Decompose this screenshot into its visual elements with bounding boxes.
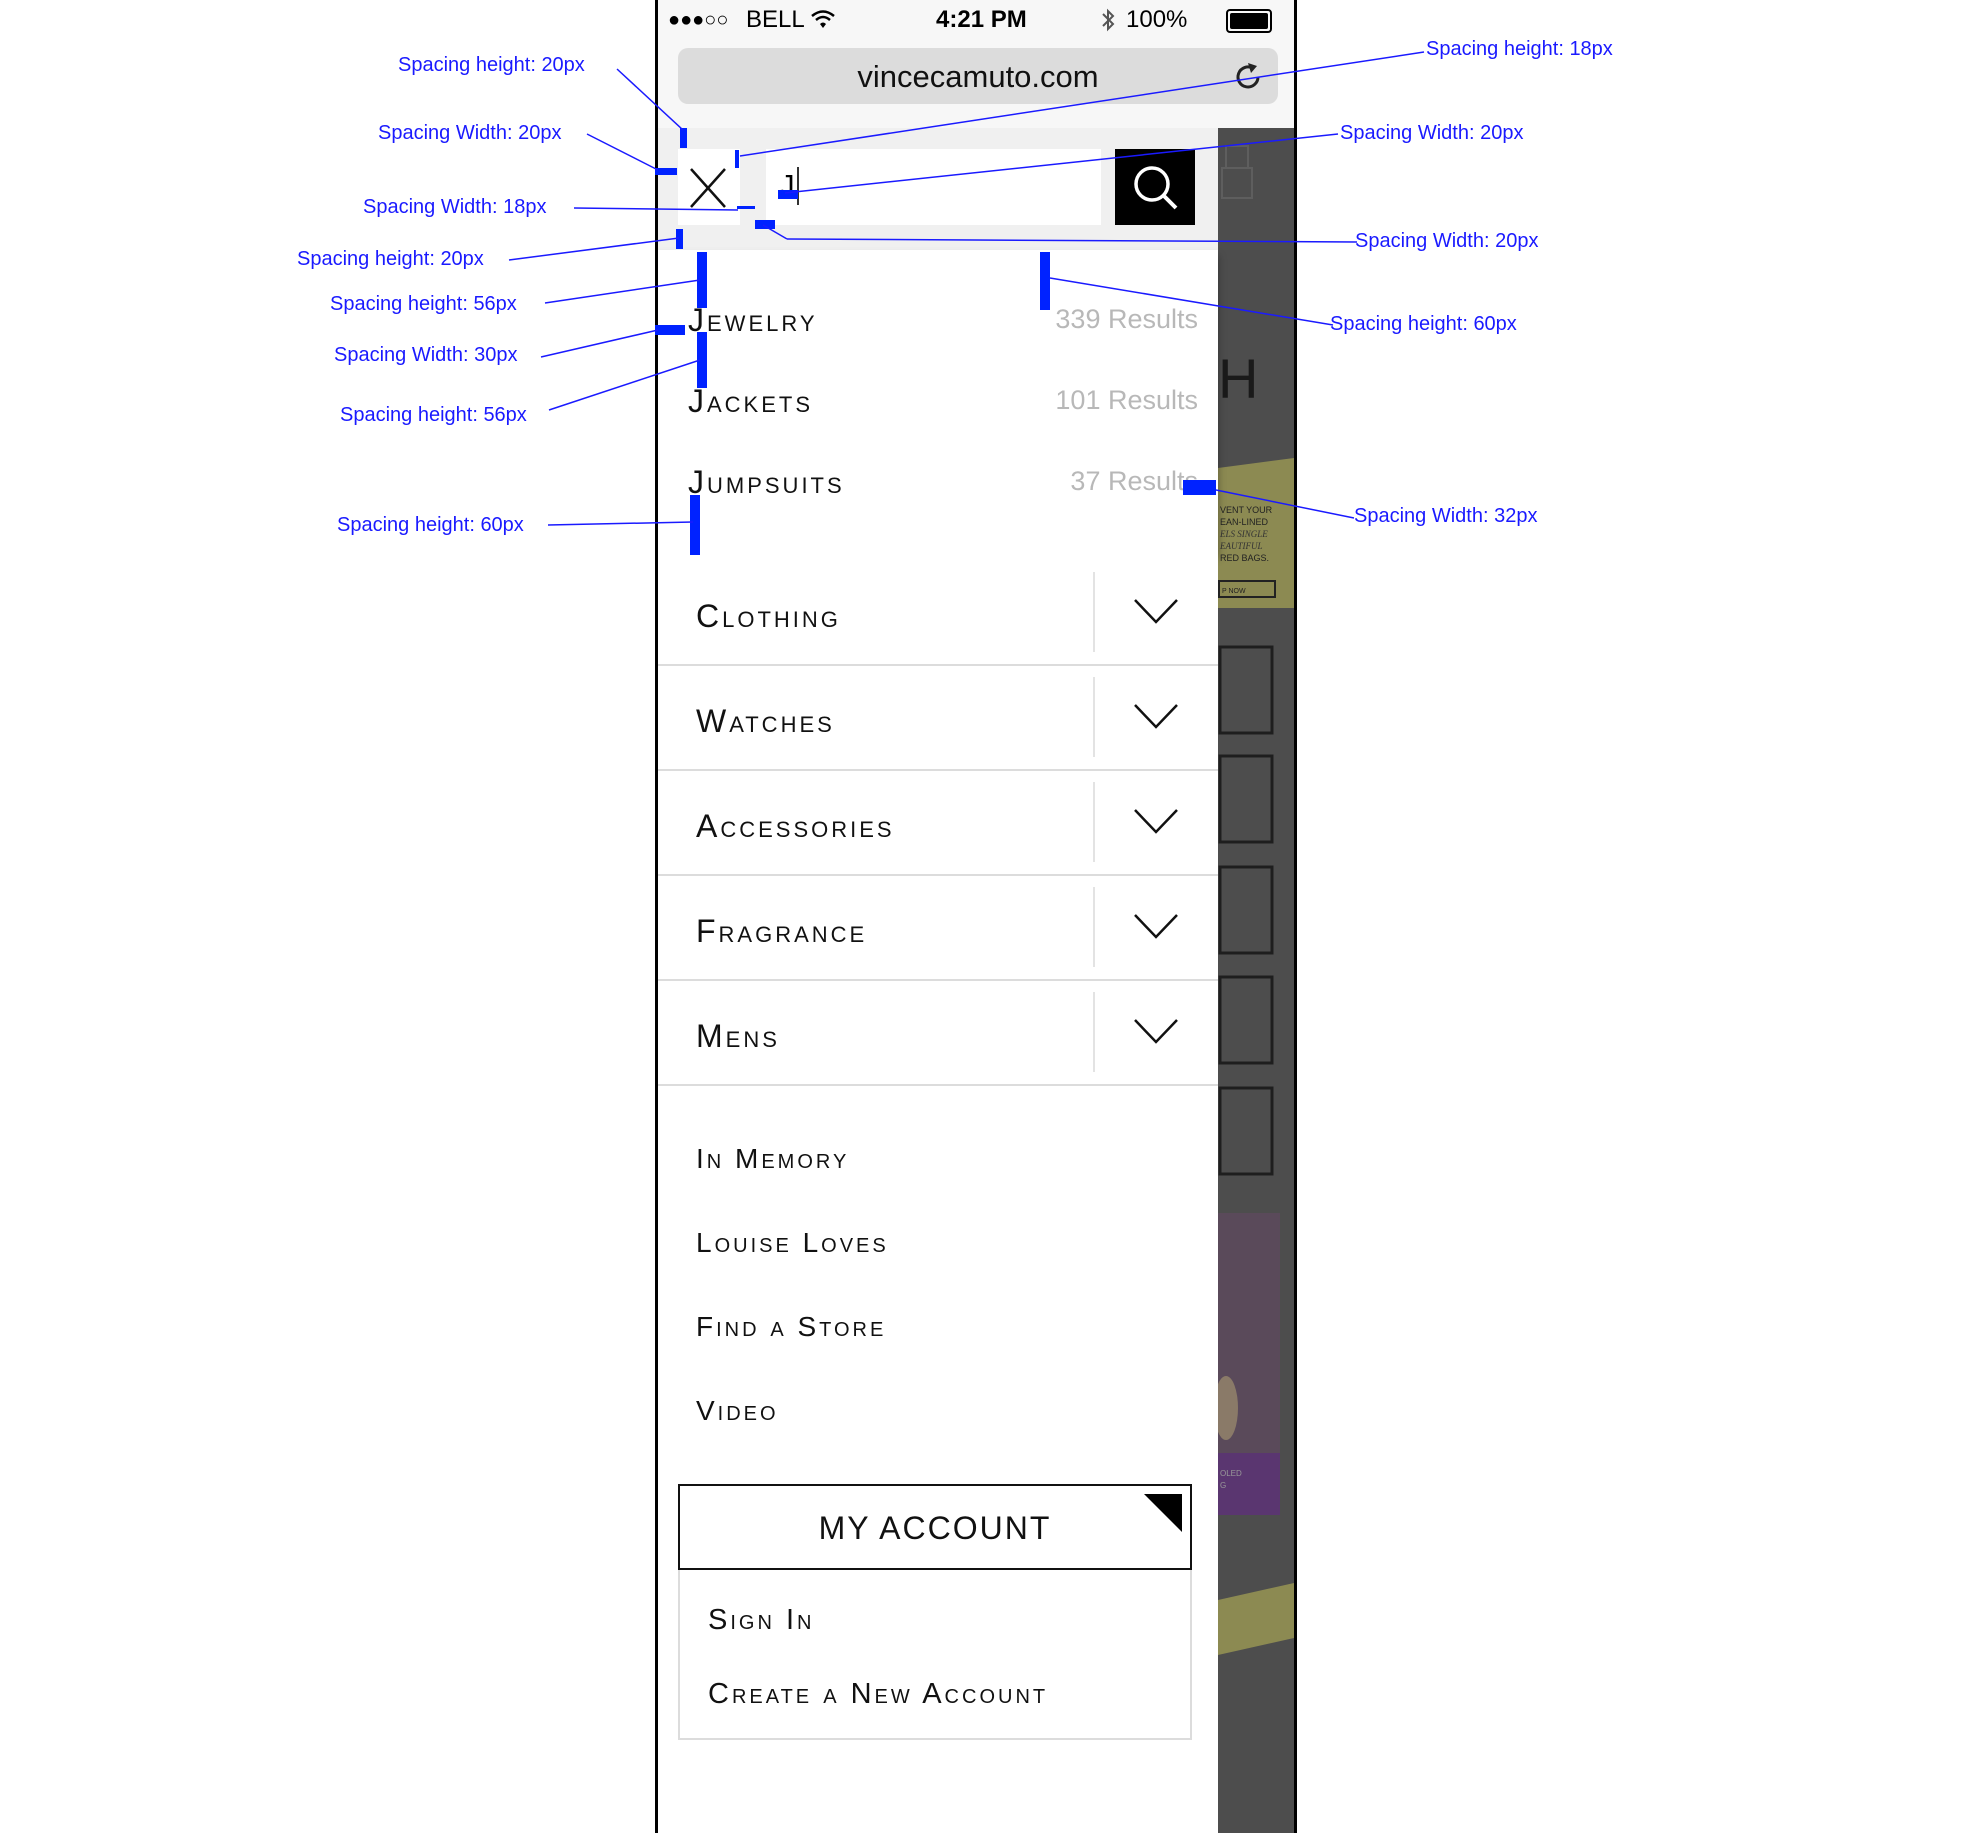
divider <box>1093 782 1095 862</box>
suggestion-item[interactable]: Jewelry 339 Results <box>688 302 1198 342</box>
url-text: vincecamuto.com <box>857 59 1099 94</box>
url-field[interactable]: vincecamuto.com <box>678 48 1278 104</box>
divider <box>1093 677 1095 757</box>
spacing-marker <box>697 332 707 388</box>
create-account-link[interactable]: Create a New Account <box>708 1678 1048 1711</box>
divider <box>1093 572 1095 652</box>
spacing-marker <box>755 220 775 229</box>
category-label: Accessories <box>696 808 895 844</box>
annotation-label: Spacing Width: 32px <box>1354 505 1538 527</box>
my-account-button[interactable]: MY ACCOUNT <box>678 1484 1192 1570</box>
spacing-marker <box>1040 252 1050 310</box>
annotation-label: Spacing Width: 18px <box>363 196 547 218</box>
text-cursor <box>797 167 799 205</box>
svg-text:RED BAGS.: RED BAGS. <box>1220 553 1269 563</box>
sign-in-link[interactable]: Sign In <box>708 1604 814 1637</box>
spacing-marker <box>680 128 687 148</box>
suggestion-item[interactable]: Jumpsuits 37 Results <box>688 464 1198 504</box>
annotation-label: Spacing height: 18px <box>1426 38 1613 60</box>
annotation-label: Spacing Width: 20px <box>378 122 562 144</box>
svg-text:OLED: OLED <box>1220 1469 1242 1478</box>
category-label: Watches <box>696 703 835 739</box>
spacing-marker <box>697 252 707 308</box>
chevron-down-icon[interactable] <box>1131 691 1181 741</box>
close-search-button[interactable] <box>678 149 740 225</box>
annotation-label: Spacing height: 60px <box>337 514 524 536</box>
category-label: Clothing <box>696 598 841 634</box>
category-label: Mens <box>696 1018 780 1054</box>
divider <box>1093 887 1095 967</box>
suggestion-label: Jewelry <box>688 302 818 338</box>
reload-icon[interactable] <box>1231 60 1265 94</box>
annotation-label: Spacing height: 20px <box>297 248 484 270</box>
signal-strength: ●●●○○ <box>668 9 729 31</box>
spacing-marker <box>690 495 700 555</box>
search-input[interactable]: J <box>766 149 1101 225</box>
divider <box>1093 992 1095 1072</box>
battery-icon <box>1226 9 1272 33</box>
svg-text:H: H <box>1218 347 1258 410</box>
status-bar: ●●●○○ BELL 4:21 PM 100% <box>658 0 1294 40</box>
spacing-marker <box>778 190 798 199</box>
chevron-down-icon[interactable] <box>1131 586 1181 636</box>
spacing-marker <box>655 168 677 175</box>
chevron-down-icon[interactable] <box>1131 1006 1181 1056</box>
phone-frame: ●●●○○ BELL 4:21 PM 100% vincecamuto.com <box>655 0 1297 1833</box>
annotation-label: Spacing height: 56px <box>330 293 517 315</box>
suggestion-count: 101 Results <box>1055 385 1198 415</box>
search-bar-region: J <box>658 128 1218 250</box>
search-suggestions: Jewelry 339 Results Jackets 101 Results … <box>658 250 1218 552</box>
search-icon <box>1134 166 1178 210</box>
category-accessories[interactable]: Accessories <box>658 770 1218 876</box>
spacing-marker <box>676 229 683 249</box>
chevron-down-icon[interactable] <box>1131 796 1181 846</box>
svg-text:P NOW: P NOW <box>1222 588 1246 595</box>
suggestion-item[interactable]: Jackets 101 Results <box>688 383 1198 423</box>
annotation-label: Spacing Width: 20px <box>1340 122 1524 144</box>
carrier: BELL <box>746 6 805 33</box>
suggestion-label: Jackets <box>688 383 814 419</box>
svg-text:ELS SINGLE: ELS SINGLE <box>1219 529 1268 539</box>
battery-percent: 100% <box>1126 6 1188 33</box>
annotation-label: Spacing Width: 20px <box>1355 230 1539 252</box>
link-video[interactable]: Video <box>696 1395 779 1427</box>
spacing-marker <box>735 150 739 168</box>
annotation-label: Spacing height: 20px <box>398 54 585 76</box>
navigation-menu: Clothing Watches Accessories Fragrance M… <box>658 552 1218 1833</box>
spacing-marker <box>655 325 685 335</box>
background-page: H VENT YOUR EAN-LINED ELS SINGLE EAUTIFU… <box>1214 128 1294 1833</box>
spacing-marker <box>1183 480 1216 495</box>
address-bar: vincecamuto.com <box>658 40 1294 128</box>
category-watches[interactable]: Watches <box>658 665 1218 771</box>
clock: 4:21 PM <box>936 6 1027 33</box>
my-account-label: MY ACCOUNT <box>818 1510 1052 1546</box>
spacing-marker <box>737 206 755 209</box>
suggestion-count: 37 Results <box>1070 466 1198 496</box>
svg-text:G: G <box>1220 1481 1226 1490</box>
background-page-graphics: H VENT YOUR EAN-LINED ELS SINGLE EAUTIFU… <box>1214 128 1294 1833</box>
annotation-label: Spacing height: 56px <box>340 404 527 426</box>
corner-triangle-icon <box>1144 1494 1182 1532</box>
svg-text:EAN-LINED: EAN-LINED <box>1220 517 1269 527</box>
search-button[interactable] <box>1115 149 1195 225</box>
annotation-label: Spacing height: 60px <box>1330 313 1517 335</box>
category-fragrance[interactable]: Fragrance <box>658 875 1218 981</box>
category-mens[interactable]: Mens <box>658 980 1218 1086</box>
link-find-a-store[interactable]: Find a Store <box>696 1311 886 1343</box>
link-in-memory[interactable]: In Memory <box>696 1143 849 1175</box>
svg-text:VENT YOUR: VENT YOUR <box>1220 505 1273 515</box>
wifi-icon <box>811 10 835 28</box>
chevron-down-icon[interactable] <box>1131 901 1181 951</box>
bluetooth-icon <box>1102 8 1115 32</box>
category-label: Fragrance <box>696 913 868 949</box>
close-icon <box>690 168 726 208</box>
annotation-label: Spacing Width: 30px <box>334 344 518 366</box>
link-louise-loves[interactable]: Louise Loves <box>696 1227 889 1259</box>
category-clothing[interactable]: Clothing <box>658 560 1218 666</box>
suggestion-count: 339 Results <box>1055 304 1198 334</box>
suggestion-label: Jumpsuits <box>688 464 845 500</box>
svg-text:EAUTIFUL: EAUTIFUL <box>1219 541 1263 551</box>
account-panel: Sign In Create a New Account <box>678 1570 1192 1740</box>
